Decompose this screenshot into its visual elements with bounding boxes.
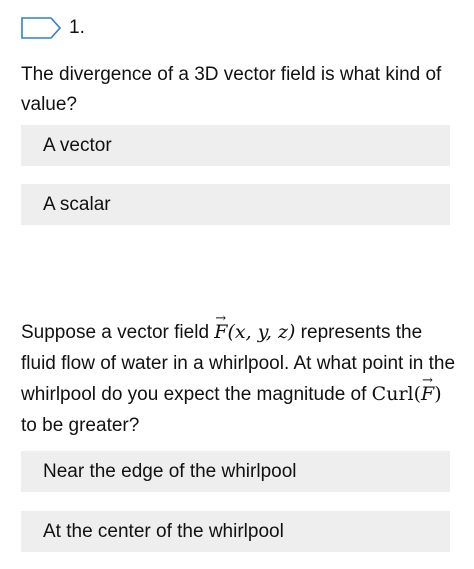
option-label: Near the edge of the whirlpool bbox=[43, 460, 297, 482]
vector-field-args: (x, y, z) bbox=[227, 321, 296, 343]
answer-option-vector[interactable]: A vector bbox=[21, 125, 450, 166]
curl-close: ) bbox=[434, 383, 442, 405]
curl-open: Curl( bbox=[371, 383, 422, 405]
question-number: 1. bbox=[69, 17, 85, 38]
question-2-text-part: to be greater? bbox=[21, 415, 140, 436]
option-label: A scalar bbox=[43, 193, 111, 215]
option-label: At the center of the whirlpool bbox=[43, 520, 284, 542]
question-2-text-part: Suppose a vector field bbox=[21, 322, 215, 343]
vector-field-symbol: F bbox=[214, 303, 227, 348]
option-label: A vector bbox=[43, 134, 112, 156]
answer-option-edge[interactable]: Near the edge of the whirlpool bbox=[21, 451, 450, 492]
answer-option-center[interactable]: At the center of the whirlpool bbox=[21, 511, 450, 552]
question-1-text: The divergence of a 3D vector field is w… bbox=[21, 64, 442, 115]
question-header: 1. bbox=[21, 17, 85, 39]
curl-field-symbol: F bbox=[421, 365, 434, 410]
question-2-text: Suppose a vector field F(x, y, z) repres… bbox=[21, 303, 457, 441]
answer-option-scalar[interactable]: A scalar bbox=[21, 184, 450, 225]
flag-icon[interactable] bbox=[21, 17, 61, 39]
